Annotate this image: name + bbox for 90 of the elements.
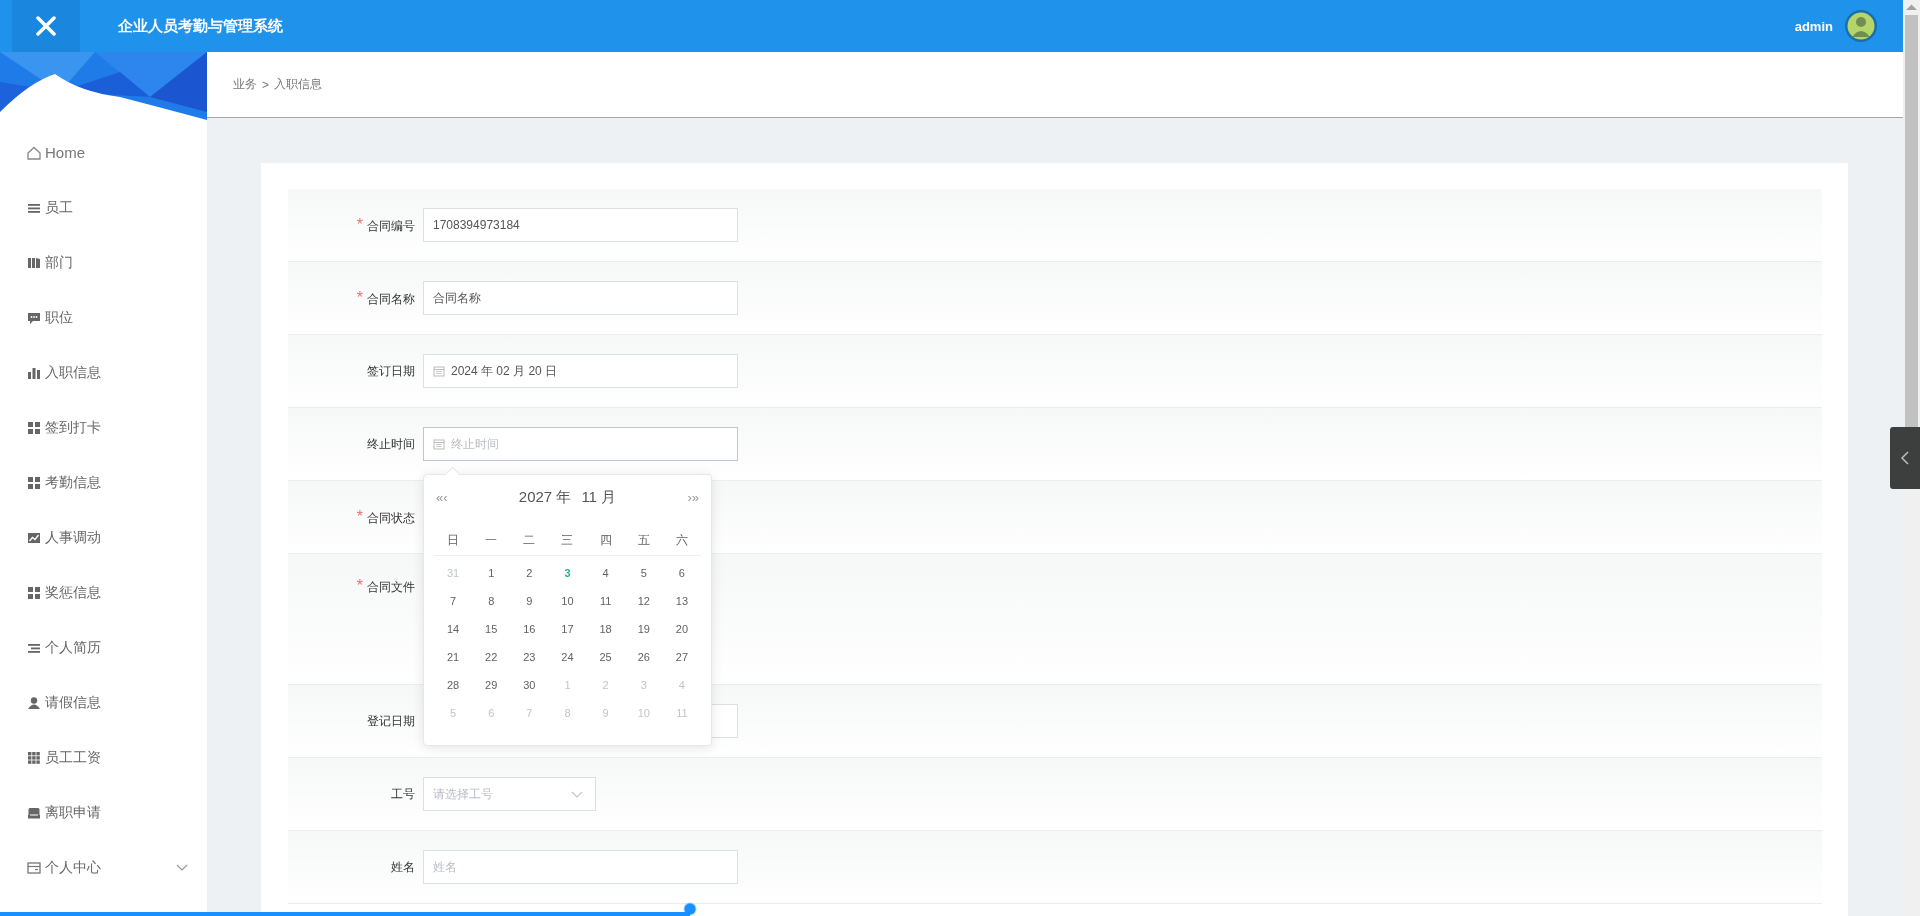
grid-icon: [26, 419, 42, 436]
weekday-label: 一: [485, 531, 498, 549]
text-field[interactable]: 1708394973184: [423, 208, 738, 242]
day-cell[interactable]: 28: [446, 679, 460, 691]
day-cell[interactable]: 1: [488, 567, 495, 579]
day-cell[interactable]: 13: [675, 595, 689, 607]
day-cell[interactable]: 6: [678, 567, 685, 579]
day-cell[interactable]: 14: [446, 623, 460, 635]
app-title: 企业人员考勤与管理系统: [118, 16, 284, 36]
scrollbar-thumb[interactable]: [1905, 15, 1918, 430]
day-cell[interactable]: 29: [485, 679, 498, 691]
weekday-label: 二: [523, 531, 536, 549]
day-cell[interactable]: 27: [675, 651, 689, 663]
field-label: 登记日期: [367, 712, 415, 730]
field-label: 终止时间: [367, 435, 415, 453]
day-cell[interactable]: 9: [526, 595, 533, 607]
sidebar-item[interactable]: 个人简历: [0, 620, 207, 675]
day-cell[interactable]: 17: [561, 623, 574, 635]
grid-icon: [26, 474, 42, 491]
sidebar-item[interactable]: 员工工资: [0, 730, 207, 785]
sidebar-item[interactable]: 员工: [0, 180, 207, 235]
day-cell[interactable]: 4: [602, 567, 609, 579]
day-cell[interactable]: 2: [526, 567, 533, 579]
day-cell[interactable]: 8: [488, 595, 495, 607]
breadcrumb-link[interactable]: 入职信息: [274, 76, 322, 93]
day-cell[interactable]: 25: [599, 651, 612, 663]
required-mark: *: [356, 507, 363, 526]
text-field[interactable]: 合同名称: [423, 281, 738, 315]
text-field[interactable]: 姓名: [423, 850, 738, 884]
weekday-label: 五: [637, 531, 650, 549]
day-cell[interactable]: 19: [637, 623, 650, 635]
calendar-icon: [433, 438, 445, 450]
sidebar-item[interactable]: 职位: [0, 290, 207, 345]
person-icon: [26, 694, 42, 711]
field-label: 合同状态: [367, 509, 415, 527]
sidebar-item[interactable]: 请假信息: [0, 675, 207, 730]
field-label: 合同名称: [367, 290, 415, 308]
sidebar-item[interactable]: 部门: [0, 235, 207, 290]
sidebar-item[interactable]: 入职信息: [0, 345, 207, 400]
panel-toggle-button[interactable]: [1890, 427, 1920, 489]
field-label: 合同编号: [367, 217, 415, 235]
weekday-label: 日: [447, 531, 460, 549]
required-mark: *: [356, 577, 363, 595]
chevron-left-icon: [1900, 451, 1910, 465]
calendar-icon: [433, 365, 445, 377]
day-cell[interactable]: 16: [523, 623, 536, 635]
month-label[interactable]: 11 月: [581, 487, 617, 507]
grid-icon: [26, 749, 42, 766]
day-cell[interactable]: 22: [485, 651, 498, 663]
required-mark: *: [356, 288, 363, 307]
breadcrumb-separator: >: [262, 77, 269, 92]
chevron-icon: [571, 789, 583, 799]
sidebar-item[interactable]: Home: [0, 125, 207, 180]
breadcrumb-link[interactable]: 业务: [233, 76, 257, 93]
weekday-label: 六: [675, 531, 688, 549]
day-cell[interactable]: 11: [599, 595, 612, 607]
day-cell[interactable]: 18: [599, 623, 612, 635]
day-cell[interactable]: 24: [561, 651, 574, 663]
day-cell[interactable]: 12: [637, 595, 650, 607]
field-label: 姓名: [391, 858, 415, 876]
field-label: 合同文件: [367, 579, 415, 596]
grid-icon: [26, 584, 42, 601]
weekday-label: 四: [599, 531, 612, 549]
user-name[interactable]: admin: [1794, 18, 1833, 34]
field-label: 工号: [391, 785, 415, 803]
date-field[interactable]: 2024 年 02 月 20 日: [423, 354, 738, 388]
weekday-label: 三: [561, 531, 574, 549]
year-label[interactable]: 2027 年: [518, 487, 572, 507]
day-cell[interactable]: 21: [446, 651, 460, 663]
field-label: 签订日期: [367, 362, 415, 380]
window-icon: [26, 859, 42, 876]
day-cell[interactable]: 5: [640, 567, 647, 579]
sidebar-item[interactable]: 人事调动: [0, 510, 207, 565]
day-cell[interactable]: 20: [675, 623, 689, 635]
sidebar-item[interactable]: 离职申请: [0, 785, 207, 840]
sidebar-group[interactable]: 个人中心: [0, 840, 207, 895]
close-icon: [36, 16, 56, 36]
sidebar-item[interactable]: 考勤信息: [0, 455, 207, 510]
day-cell[interactable]: 7: [450, 595, 457, 607]
day-cell[interactable]: 15: [485, 623, 498, 635]
home-icon: [26, 144, 42, 161]
avatar-icon[interactable]: [1845, 10, 1877, 42]
required-mark: *: [356, 215, 363, 234]
day-cell[interactable]: 10: [561, 595, 574, 607]
day-cell[interactable]: 26: [637, 651, 650, 663]
sidebar-item[interactable]: 签到打卡: [0, 400, 207, 455]
sidebar-item[interactable]: 奖惩信息: [0, 565, 207, 620]
day-cell[interactable]: 23: [523, 651, 536, 663]
close-button[interactable]: [12, 0, 80, 52]
day-cell[interactable]: 30: [523, 679, 536, 691]
